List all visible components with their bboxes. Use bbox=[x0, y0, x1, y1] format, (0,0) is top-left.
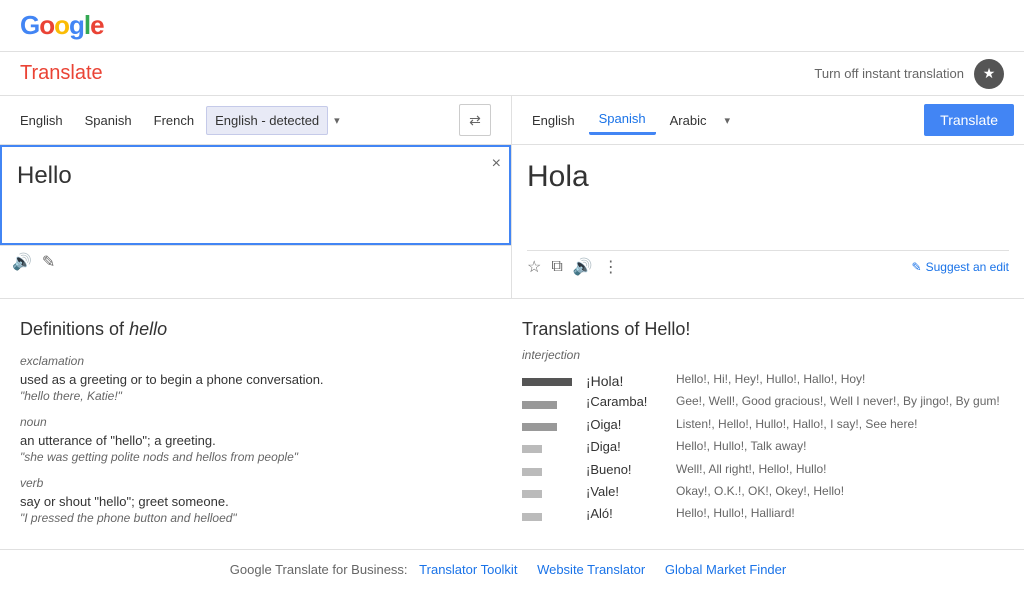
table-row: ¡Bueno!Well!, All right!, Hello!, Hullo! bbox=[522, 460, 1004, 482]
definitions-panel: Definitions of hello exclamation used as… bbox=[20, 319, 502, 529]
target-copy-icon[interactable]: ⧉ bbox=[551, 258, 562, 276]
footer-link-toolkit[interactable]: Translator Toolkit bbox=[419, 562, 517, 577]
def-text-1: an utterance of "hello"; a greeting. bbox=[20, 433, 502, 448]
star-icon: ★ bbox=[983, 65, 996, 82]
definitions-word: hello bbox=[129, 319, 167, 339]
footer-link-market[interactable]: Global Market Finder bbox=[665, 562, 786, 577]
translation-word: ¡Bueno! bbox=[586, 460, 676, 482]
translation-word: ¡Caramba! bbox=[586, 392, 676, 414]
target-share-icon[interactable]: ⋮ bbox=[603, 257, 619, 277]
target-text-area: Hola ☆ ⧉ 🔊 ⋮ ✎ Suggest an edit bbox=[512, 145, 1024, 298]
translate-bar: Translate Turn off instant translation ★ bbox=[0, 52, 1024, 96]
pencil-icon: ✎ bbox=[912, 260, 922, 274]
frequency-bar bbox=[522, 378, 572, 386]
table-row: ¡Vale!Okay!, O.K.!, OK!, Okey!, Hello! bbox=[522, 482, 1004, 504]
instant-controls: Turn off instant translation ★ bbox=[814, 59, 1004, 89]
pos-verb: verb bbox=[20, 476, 502, 490]
suggest-edit-link[interactable]: ✎ Suggest an edit bbox=[912, 260, 1009, 274]
text-panel: Hello × 🔊 ✎ Hola ☆ ⧉ 🔊 ⋮ ✎ Suggest an ed… bbox=[0, 145, 1024, 299]
frequency-bar bbox=[522, 490, 542, 498]
table-row: ¡Hola!Hello!, Hi!, Hey!, Hullo!, Hallo!,… bbox=[522, 370, 1004, 392]
table-row: ¡Caramba!Gee!, Well!, Good gracious!, We… bbox=[522, 392, 1004, 414]
pos-noun: noun bbox=[20, 415, 502, 429]
translations-pos: interjection bbox=[522, 348, 1004, 362]
frequency-bar bbox=[522, 401, 557, 409]
source-lang-dropdown[interactable]: ▾ bbox=[330, 108, 344, 133]
translation-alts: Hello!, Hullo!, Talk away! bbox=[676, 437, 1004, 459]
source-lang-french[interactable]: French bbox=[144, 107, 204, 134]
source-text-area: Hello × 🔊 ✎ bbox=[0, 145, 512, 298]
target-star-icon[interactable]: ☆ bbox=[527, 257, 541, 277]
translated-text: Hola bbox=[527, 160, 1009, 240]
table-row: ¡Oiga!Listen!, Hello!, Hullo!, Hallo!, I… bbox=[522, 415, 1004, 437]
translation-word: ¡Diga! bbox=[586, 437, 676, 459]
def-example-1: "she was getting polite nods and hellos … bbox=[20, 450, 502, 464]
target-lang-spanish[interactable]: Spanish bbox=[589, 105, 656, 135]
target-lang-bar: English Spanish Arabic ▾ Translate bbox=[512, 96, 1024, 144]
definitions-title-text: Definitions of bbox=[20, 319, 124, 339]
frequency-bar bbox=[522, 445, 542, 453]
footer-label: Google Translate for Business: bbox=[230, 562, 408, 577]
bottom-panel: Definitions of hello exclamation used as… bbox=[0, 299, 1024, 549]
translation-alts: Hello!, Hullo!, Halliard! bbox=[676, 504, 1004, 526]
instant-translation-label: Turn off instant translation bbox=[814, 66, 964, 81]
target-lang-dropdown[interactable]: ▾ bbox=[720, 108, 734, 133]
translation-word: ¡Vale! bbox=[586, 482, 676, 504]
table-row: ¡Aló!Hello!, Hullo!, Halliard! bbox=[522, 504, 1004, 526]
translation-word: ¡Aló! bbox=[586, 504, 676, 526]
source-text-input[interactable]: Hello bbox=[0, 145, 511, 245]
source-lang-detected[interactable]: English - detected bbox=[206, 106, 328, 135]
def-example-0: "hello there, Katie!" bbox=[20, 389, 502, 403]
language-panel: English Spanish French English - detecte… bbox=[0, 96, 1024, 145]
translate-button[interactable]: Translate bbox=[924, 104, 1014, 136]
target-speaker-icon[interactable]: 🔊 bbox=[573, 257, 593, 277]
translation-alts: Listen!, Hello!, Hullo!, Hallo!, I say!,… bbox=[676, 415, 1004, 437]
translation-alts: Okay!, O.K.!, OK!, Okey!, Hello! bbox=[676, 482, 1004, 504]
def-example-2: "I pressed the phone button and helloed" bbox=[20, 511, 502, 525]
translation-alts: Well!, All right!, Hello!, Hullo! bbox=[676, 460, 1004, 482]
translations-table: ¡Hola!Hello!, Hi!, Hey!, Hullo!, Hallo!,… bbox=[522, 370, 1004, 527]
footer-link-website[interactable]: Website Translator bbox=[537, 562, 645, 577]
output-tools: ☆ ⧉ 🔊 ⋮ ✎ Suggest an edit bbox=[527, 250, 1009, 283]
source-lang-spanish[interactable]: Spanish bbox=[75, 107, 142, 134]
def-text-2: say or shout "hello"; greet someone. bbox=[20, 494, 502, 509]
source-pencil-icon[interactable]: ✎ bbox=[42, 252, 55, 272]
header: Google bbox=[0, 0, 1024, 52]
translation-alts: Gee!, Well!, Good gracious!, Well I neve… bbox=[676, 392, 1004, 414]
google-logo: Google bbox=[20, 10, 104, 41]
translation-word: ¡Hola! bbox=[586, 370, 676, 392]
translate-title: Translate bbox=[20, 62, 103, 85]
source-lang-english[interactable]: English bbox=[10, 107, 73, 134]
pos-exclamation: exclamation bbox=[20, 354, 502, 368]
definitions-title: Definitions of hello bbox=[20, 319, 502, 340]
target-lang-arabic[interactable]: Arabic bbox=[660, 107, 717, 134]
frequency-bar bbox=[522, 513, 542, 521]
translations-title: Translations of Hello! bbox=[522, 319, 1004, 340]
swap-languages-button[interactable]: ⇄ bbox=[459, 104, 491, 136]
input-tools: 🔊 ✎ bbox=[0, 245, 511, 278]
source-speaker-icon[interactable]: 🔊 bbox=[12, 252, 32, 272]
clear-input-button[interactable]: × bbox=[492, 155, 501, 173]
footer: Google Translate for Business: Translato… bbox=[0, 549, 1024, 589]
suggest-edit-label: Suggest an edit bbox=[926, 260, 1009, 274]
translations-panel: Translations of Hello! interjection ¡Hol… bbox=[522, 319, 1004, 529]
translation-word: ¡Oiga! bbox=[586, 415, 676, 437]
table-row: ¡Diga!Hello!, Hullo!, Talk away! bbox=[522, 437, 1004, 459]
def-text-0: used as a greeting or to begin a phone c… bbox=[20, 372, 502, 387]
instant-star-button[interactable]: ★ bbox=[974, 59, 1004, 89]
translation-alts: Hello!, Hi!, Hey!, Hullo!, Hallo!, Hoy! bbox=[676, 370, 1004, 392]
source-lang-bar: English Spanish French English - detecte… bbox=[0, 96, 512, 144]
frequency-bar bbox=[522, 423, 557, 431]
frequency-bar bbox=[522, 468, 542, 476]
target-lang-english[interactable]: English bbox=[522, 107, 585, 134]
main-content: English Spanish French English - detecte… bbox=[0, 96, 1024, 549]
